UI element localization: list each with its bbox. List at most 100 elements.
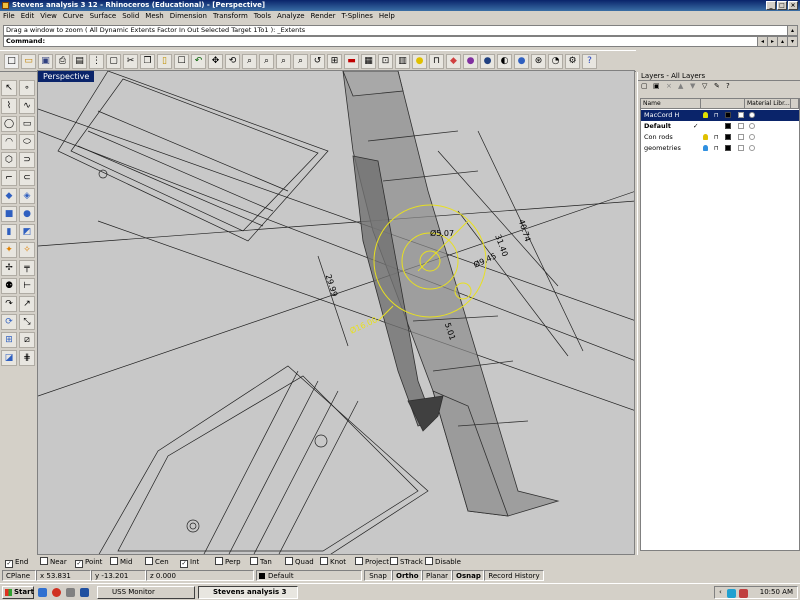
grip-icon[interactable]: ⋮ <box>89 54 104 69</box>
move-up-icon[interactable]: ▲ <box>678 82 683 90</box>
offset-icon[interactable]: ⊃ <box>19 152 35 168</box>
checkbox-box[interactable] <box>390 557 398 565</box>
close-button[interactable]: × <box>788 1 798 10</box>
array-icon[interactable]: ⊞ <box>1 332 17 348</box>
curve-icon[interactable]: ∿ <box>19 98 35 114</box>
surface-icon[interactable]: ◆ <box>1 188 17 204</box>
start-button[interactable]: Start <box>2 586 34 599</box>
checkbox-box[interactable] <box>425 557 433 565</box>
trim-icon[interactable]: ⊂ <box>19 170 35 186</box>
zoom-selected-icon[interactable]: ⌕ <box>293 54 308 69</box>
menu-surface[interactable]: Surface <box>87 11 120 22</box>
lightbulb-icon[interactable]: ● <box>412 54 427 69</box>
copy-object-icon[interactable]: ↗ <box>19 296 35 312</box>
lock-icon[interactable]: ⊓ <box>429 54 444 69</box>
opera-icon[interactable] <box>52 588 61 597</box>
lock-icon[interactable]: ⊓ <box>714 143 719 154</box>
extra-column-header[interactable] <box>791 99 799 109</box>
checkbox-box[interactable]: ✓ <box>5 560 13 568</box>
menu-file[interactable]: File <box>0 11 18 22</box>
menu-solid[interactable]: Solid <box>119 11 142 22</box>
osnap-quad-checkbox[interactable]: Quad <box>285 556 314 568</box>
move-icon[interactable]: ↷ <box>1 296 17 312</box>
menu-render[interactable]: Render <box>308 11 339 22</box>
security-icon[interactable] <box>739 589 748 598</box>
osnap-knot-checkbox[interactable]: Knot <box>320 556 346 568</box>
layer-row[interactable]: MacCord H ⊓ <box>641 110 799 121</box>
explode-icon[interactable]: ✧ <box>19 242 35 258</box>
box-solid-icon[interactable]: ■ <box>1 206 17 222</box>
material-icon[interactable] <box>749 112 755 118</box>
copy-icon[interactable]: ❐ <box>140 54 155 69</box>
tray-arrow-icon[interactable]: ‹ <box>719 587 722 598</box>
layer-name[interactable]: Con rods <box>644 132 673 143</box>
layer-color-swatch[interactable] <box>725 123 731 129</box>
desktop-icon[interactable] <box>80 588 89 597</box>
new-layer-icon[interactable]: ▢ <box>641 82 648 90</box>
task-uss-monitor[interactable]: USS Monitor <box>97 586 195 599</box>
layer-tools-icon[interactable]: ✎ <box>714 82 720 90</box>
print-color-swatch[interactable] <box>738 112 744 118</box>
named-views-icon[interactable]: ▬ <box>344 54 359 69</box>
visibility-lightbulb-icon[interactable] <box>703 112 708 118</box>
lock-icon[interactable]: ⊓ <box>714 132 719 143</box>
fillet-icon[interactable]: ⌐ <box>1 170 17 186</box>
checkbox-box[interactable] <box>355 557 363 565</box>
analysis-icon[interactable]: ◔ <box>548 54 563 69</box>
osnap-toggle[interactable]: Osnap <box>452 570 484 581</box>
osnap-point-checkbox[interactable]: ✓ Point <box>75 556 102 568</box>
layer-color-swatch[interactable] <box>725 134 731 140</box>
material-column-header[interactable]: Material Libr... <box>745 99 791 109</box>
print-color-swatch[interactable] <box>738 134 744 140</box>
menu-help[interactable]: Help <box>376 11 398 22</box>
menu-dimension[interactable]: Dimension <box>167 11 210 22</box>
move-down-icon[interactable]: ▼ <box>690 82 695 90</box>
icons-column-header[interactable] <box>701 99 745 109</box>
filter-icon[interactable]: ▽ <box>702 82 707 90</box>
layer-help-icon[interactable]: ? <box>726 82 730 90</box>
mesh-icon[interactable]: ⊛ <box>531 54 546 69</box>
zoom-extents-icon[interactable]: ⌕ <box>276 54 291 69</box>
checkbox-box[interactable] <box>145 557 153 565</box>
command-line[interactable]: Command: ◂ ▸ ▴ ▾ <box>3 36 798 47</box>
ie-icon[interactable] <box>38 588 47 597</box>
window-icon[interactable]: ▢ <box>106 54 121 69</box>
print-icon[interactable]: ⎙ <box>55 54 70 69</box>
join-icon[interactable]: ✢ <box>1 260 17 276</box>
set-view-icon[interactable]: ⊡ <box>378 54 393 69</box>
perspective-viewport[interactable]: Perspective Ø5.07 31.40 40.74 Ø9.45 29.9… <box>37 70 635 555</box>
menu-transform[interactable]: Transform <box>210 11 251 22</box>
sphere-icon[interactable]: ● <box>19 206 35 222</box>
loft-icon[interactable]: ◈ <box>19 188 35 204</box>
network-icon[interactable] <box>727 589 736 598</box>
checkbox-box[interactable]: ✓ <box>75 560 83 568</box>
ortho-toggle[interactable]: Ortho <box>392 570 422 581</box>
name-column-header[interactable]: Name <box>641 99 701 109</box>
viewport-title-tab[interactable]: Perspective <box>38 71 95 82</box>
select-arrow-icon[interactable]: ↖ <box>1 80 17 96</box>
minimize-button[interactable]: _ <box>766 1 776 10</box>
mesh-tools-icon[interactable]: ✦ <box>1 242 17 258</box>
open-folder-icon[interactable]: ▭ <box>21 54 36 69</box>
properties-icon[interactable]: ▤ <box>72 54 87 69</box>
quicklaunch-icon[interactable] <box>66 588 75 597</box>
group-icon[interactable]: ⚉ <box>1 278 17 294</box>
osnap-disable-checkbox[interactable]: Disable <box>425 556 461 568</box>
menu-tools[interactable]: Tools <box>251 11 274 22</box>
zoom-dynamic-icon[interactable]: ⌕ <box>242 54 257 69</box>
checkbox-box[interactable] <box>285 557 293 565</box>
osnap-perp-checkbox[interactable]: Perp <box>215 556 241 568</box>
four-viewports-icon[interactable]: ⊞ <box>327 54 342 69</box>
lock-icon[interactable]: ⊓ <box>714 110 719 121</box>
current-layer-field[interactable]: Default <box>256 570 362 581</box>
menu-curve[interactable]: Curve <box>60 11 87 22</box>
record-history-toggle[interactable]: Record History <box>484 570 544 581</box>
scale-icon[interactable]: ⤡ <box>19 314 35 330</box>
shade-icon[interactable]: ◐ <box>497 54 512 69</box>
layer-color-swatch[interactable] <box>725 112 731 118</box>
layer-color-swatch[interactable] <box>725 145 731 151</box>
arc-icon[interactable]: ◠ <box>1 134 17 150</box>
osnap-tan-checkbox[interactable]: Tan <box>250 556 272 568</box>
new-sublayer-icon[interactable]: ▣ <box>653 82 660 90</box>
layer-color-icon[interactable]: ◆ <box>446 54 461 69</box>
